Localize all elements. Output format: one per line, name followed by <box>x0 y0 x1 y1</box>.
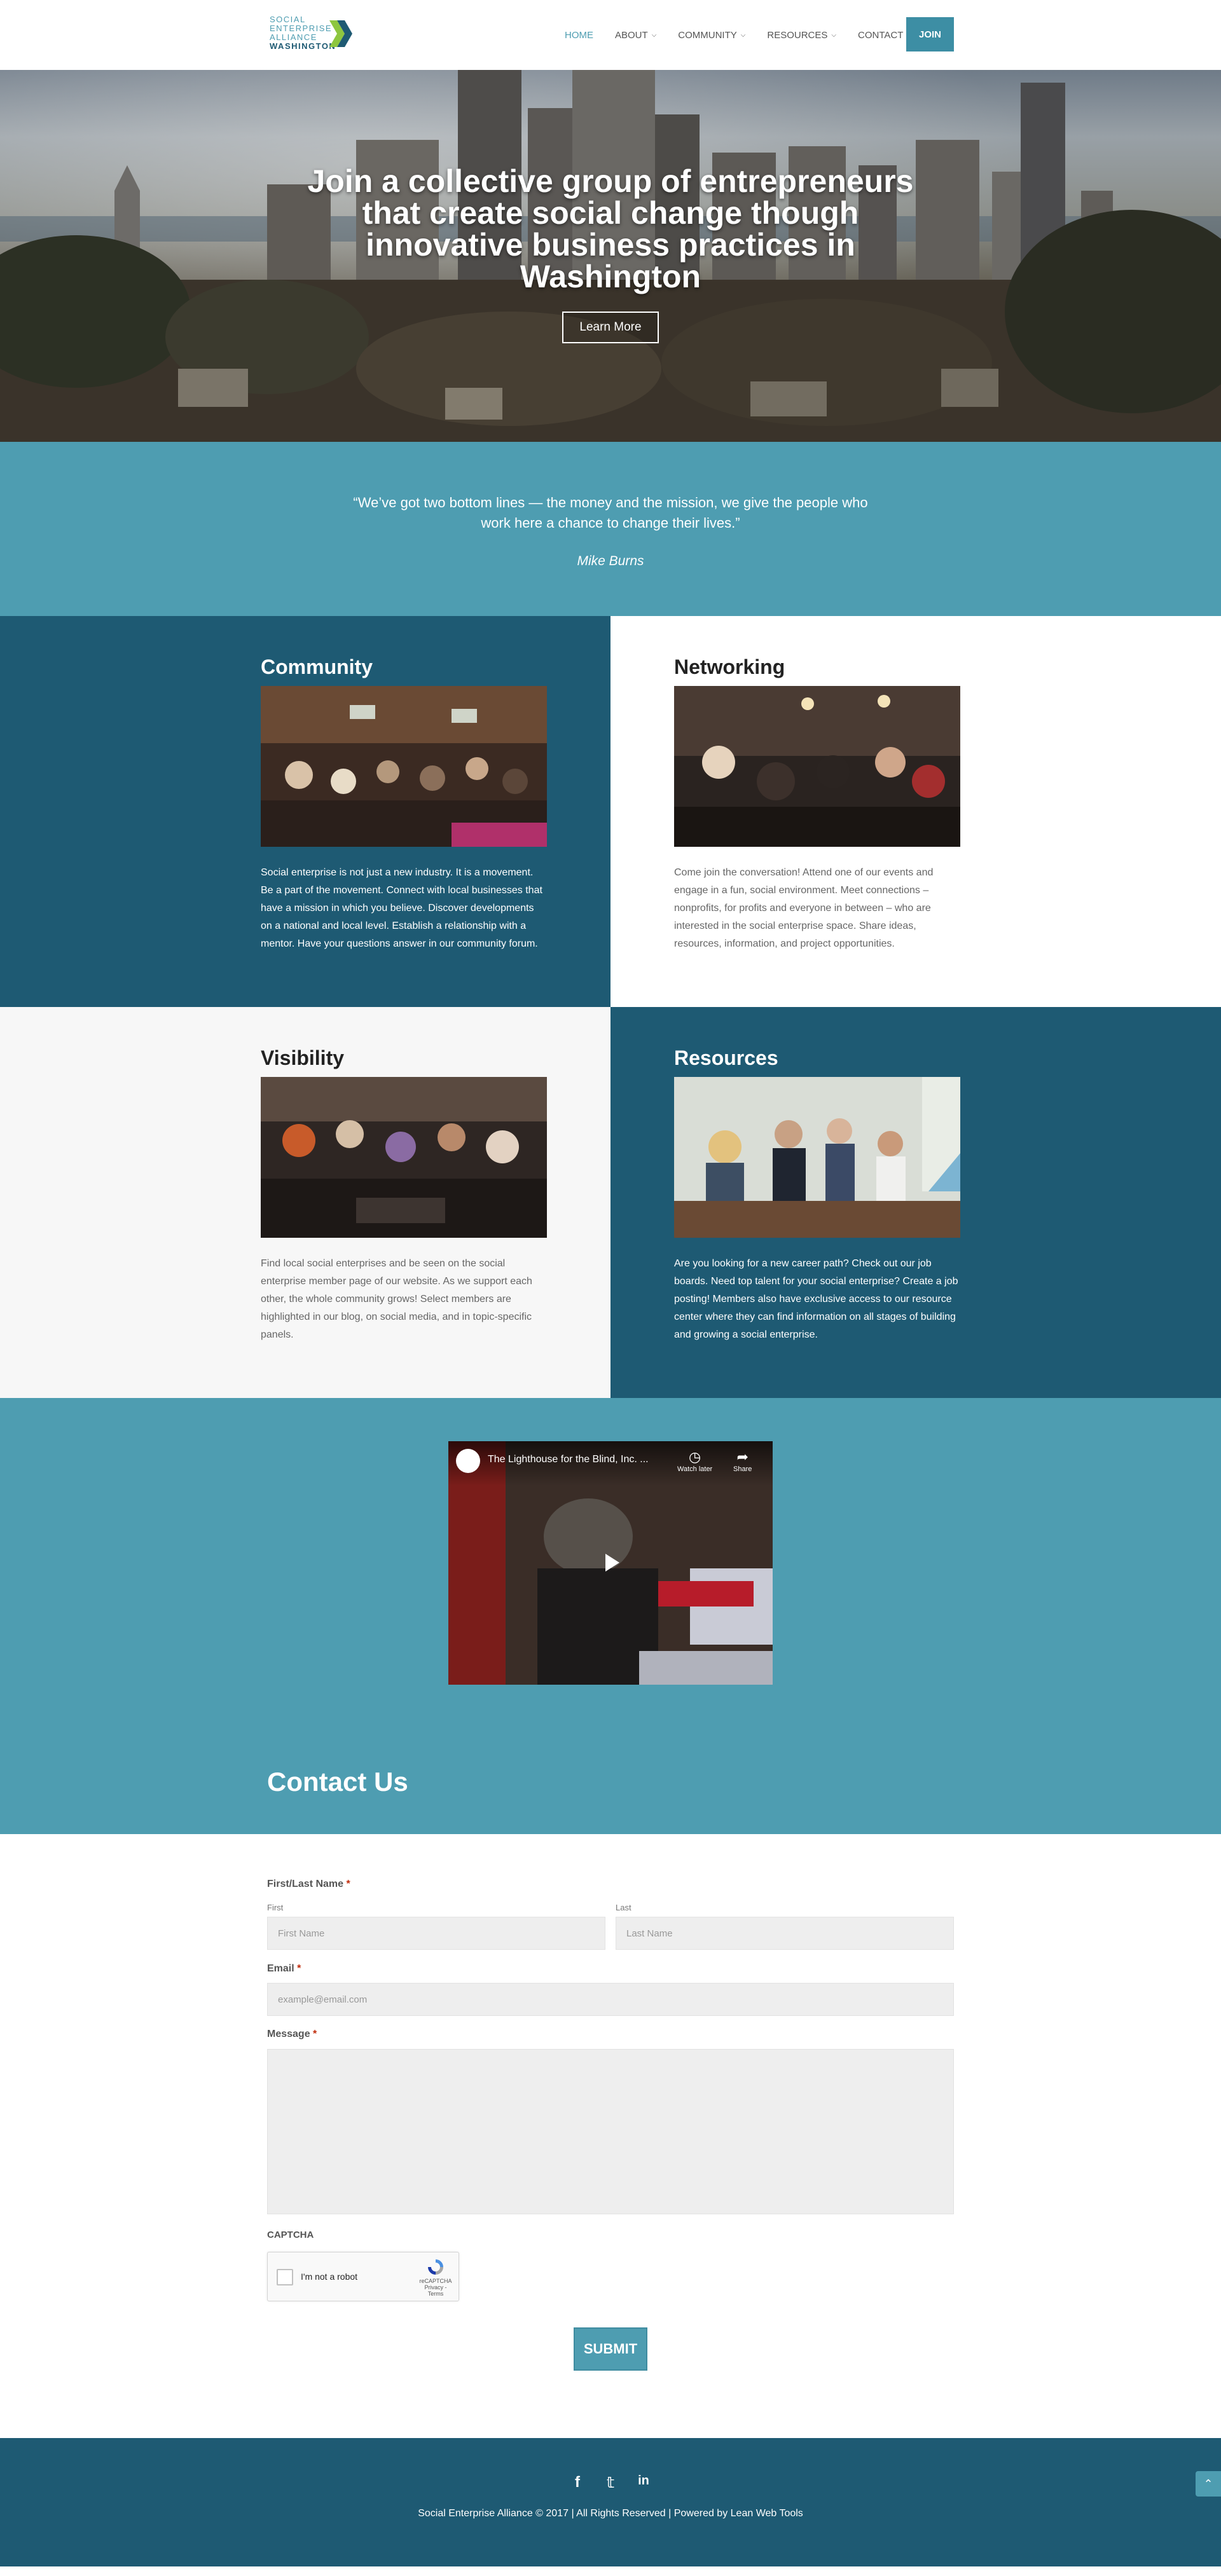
facebook-icon[interactable]: f <box>569 2474 586 2492</box>
hero-title: Join a collective group of entrepreneurs… <box>307 163 914 294</box>
contact-title: Contact Us <box>267 1767 408 1797</box>
watch-later-label: Watch later <box>677 1465 713 1473</box>
resources-text: Are you looking for a new career path? C… <box>674 1258 958 1340</box>
share-button[interactable]: ➦ Share <box>733 1449 752 1473</box>
resources-title: Resources <box>674 1046 778 1069</box>
name-label-text: First/Last Name <box>267 1879 344 1889</box>
visibility-section: Visibility Find local social enterprises… <box>0 1007 610 1398</box>
main-nav: HOME ABOUT ⌵ COMMUNITY ⌵ RESOURCES ⌵ CONTAC… <box>565 0 925 70</box>
resources-section: Resources Are you looking for a new care… <box>610 1007 1221 1398</box>
nav-item-contact[interactable]: CONTACT <box>858 30 903 41</box>
community-photo <box>261 686 547 847</box>
site-header: SOCIAL ENTERPRISE ALLIANCE WASHINGTON HO… <box>0 0 1221 70</box>
message-textarea[interactable] <box>267 2049 954 2214</box>
message-label: Message * <box>267 2029 317 2040</box>
logo-chevron-icon <box>329 20 352 47</box>
last-sublabel: Last <box>616 1903 631 1912</box>
required-mark: * <box>346 1879 350 1889</box>
recaptcha-links[interactable]: Privacy - Terms <box>424 2284 446 2297</box>
nav-item-home[interactable]: HOME <box>565 30 593 41</box>
email-label: Email * <box>267 1963 301 1975</box>
social-links: f 𝕥 in <box>0 2474 1221 2492</box>
nav-item-community[interactable]: COMMUNITY ⌵ <box>678 30 745 41</box>
clock-icon: ◷ <box>689 1449 701 1465</box>
hero-banner: Join a collective group of entrepreneurs… <box>0 70 1221 442</box>
testimonial-section: “We’ve got two bottom lines — the money … <box>0 442 1221 616</box>
back-to-top-icon[interactable]: ⌃ <box>1196 2471 1221 2497</box>
nav-home-label: HOME <box>565 29 593 41</box>
play-icon[interactable] <box>593 1545 628 1580</box>
message-label-text: Message <box>267 2029 310 2039</box>
learn-more-button[interactable]: Learn More <box>562 312 659 343</box>
site-logo[interactable]: SOCIAL ENTERPRISE ALLIANCE WASHINGTON <box>270 15 352 55</box>
community-section: Community Social enterprise is not just … <box>0 616 610 1007</box>
testimonial-text: “We’ve got two bottom lines — the money … <box>353 495 868 531</box>
video-player[interactable]: The Lighthouse for the Blind, Inc. ... ◷… <box>448 1441 773 1685</box>
nav-item-resources[interactable]: RESOURCES ⌵ <box>767 30 836 41</box>
community-text: Social enterprise is not just a new indu… <box>261 867 542 949</box>
twitter-icon[interactable]: 𝕥 <box>602 2474 619 2492</box>
networking-section: Networking Come join the conversation! A… <box>610 616 1221 1007</box>
video-section: The Lighthouse for the Blind, Inc. ... ◷… <box>0 1398 1221 1834</box>
site-footer: f 𝕥 in Social Enterprise Alliance © 2017… <box>0 2438 1221 2566</box>
name-label: First/Last Name * <box>267 1879 350 1890</box>
resources-photo <box>674 1077 960 1238</box>
recaptcha-widget: I'm not a robot reCAPTCHA Privacy - Term… <box>267 2252 459 2301</box>
networking-text: Come join the conversation! Attend one o… <box>674 867 934 949</box>
visibility-title: Visibility <box>261 1046 345 1069</box>
last-name-input[interactable]: Last Name <box>616 1917 954 1950</box>
email-input[interactable]: example@email.com <box>267 1983 954 2016</box>
required-mark: * <box>297 1963 301 1974</box>
share-icon: ➦ <box>736 1449 748 1465</box>
email-label-text: Email <box>267 1963 294 1974</box>
community-title: Community <box>261 655 373 678</box>
recaptcha-brand: reCAPTCHA <box>419 2278 452 2284</box>
nav-item-about[interactable]: ABOUT ⌵ <box>615 30 656 41</box>
recaptcha-icon <box>428 2259 443 2275</box>
recaptcha-checkbox[interactable] <box>277 2269 293 2285</box>
chevron-down-icon: ⌵ <box>831 31 836 39</box>
nav-contact-label: CONTACT <box>858 29 904 41</box>
recaptcha-text: I'm not a robot <box>301 2271 358 2282</box>
testimonial-author: Mike Burns <box>577 554 644 568</box>
nav-about-label: ABOUT <box>615 29 648 41</box>
join-button[interactable]: JOIN <box>906 17 954 51</box>
chevron-down-icon: ⌵ <box>740 31 746 39</box>
visibility-text: Find local social enterprises and be see… <box>261 1258 532 1340</box>
nav-resources-label: RESOURCES <box>767 29 828 41</box>
contact-form: First/Last Name * First Last First Name … <box>0 1834 1221 2438</box>
visibility-photo <box>261 1077 547 1238</box>
recaptcha-logo: reCAPTCHA Privacy - Terms <box>418 2257 453 2297</box>
channel-logo-icon[interactable] <box>456 1449 480 1473</box>
linkedin-icon[interactable]: in <box>635 2474 652 2492</box>
networking-title: Networking <box>674 655 785 678</box>
first-name-input[interactable]: First Name <box>267 1917 605 1950</box>
chevron-down-icon: ⌵ <box>651 31 657 39</box>
captcha-label: CAPTCHA <box>267 2230 314 2240</box>
required-mark: * <box>313 2029 317 2039</box>
networking-photo <box>674 686 960 847</box>
video-title[interactable]: The Lighthouse for the Blind, Inc. ... <box>488 1454 649 1465</box>
nav-community-label: COMMUNITY <box>678 29 737 41</box>
first-sublabel: First <box>267 1903 284 1912</box>
features-row-2: Visibility Find local social enterprises… <box>0 1007 1221 1398</box>
watch-later-button[interactable]: ◷ Watch later <box>677 1449 712 1473</box>
share-label: Share <box>733 1465 752 1473</box>
copyright-text: Social Enterprise Alliance © 2017 | All … <box>418 2508 803 2519</box>
features-row-1: Community Social enterprise is not just … <box>0 616 1221 1007</box>
submit-button[interactable]: SUBMIT <box>574 2327 647 2371</box>
